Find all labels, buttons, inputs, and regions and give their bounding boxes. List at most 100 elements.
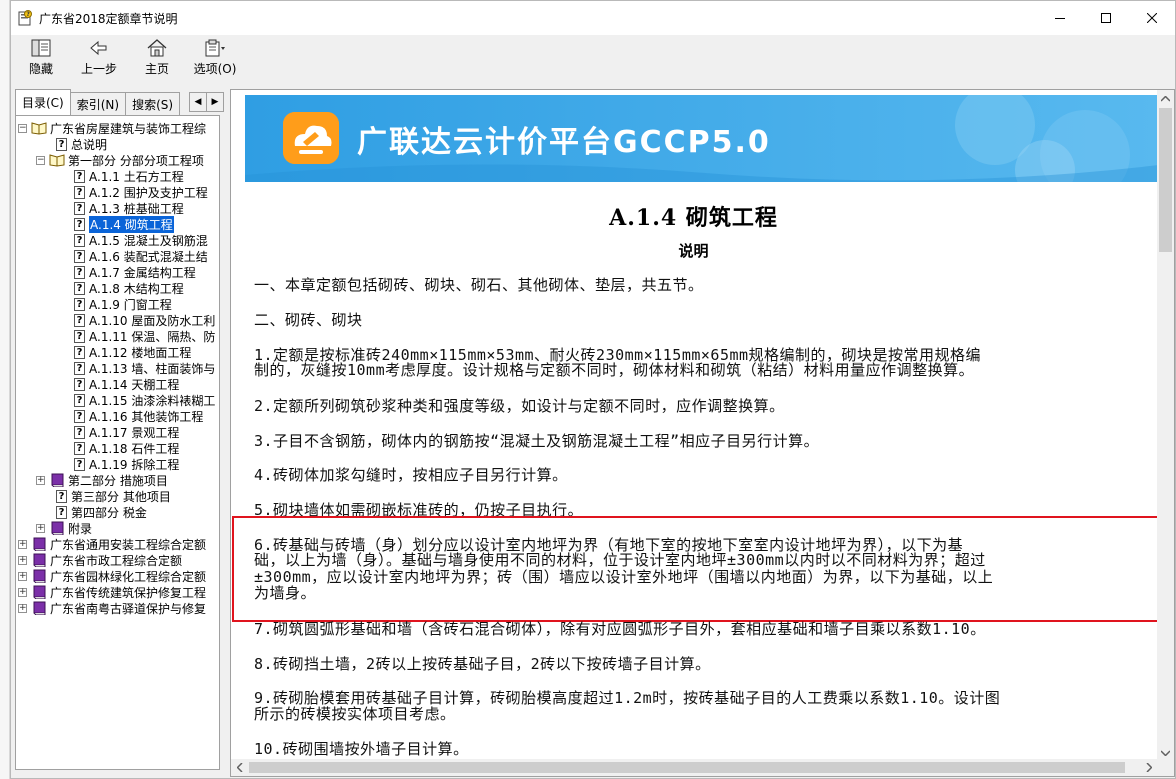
tree-node-chapter[interactable]: ? A.1.6 装配式混凝土结 bbox=[16, 248, 219, 264]
tree-node-chapter[interactable]: ? A.1.12 楼地面工程 bbox=[16, 344, 219, 360]
expand-toggle[interactable]: + bbox=[18, 539, 27, 549]
tree-node-general[interactable]: ? 总说明 bbox=[16, 136, 219, 152]
tree-node-appendix[interactable]: + 附录 bbox=[16, 520, 219, 536]
minimize-button[interactable] bbox=[1037, 1, 1083, 35]
tree-node-label: A.1.5 混凝土及钢筋混 bbox=[89, 233, 208, 248]
tree-node-chapter[interactable]: ? A.1.14 天棚工程 bbox=[16, 376, 219, 392]
help-page-icon: ? bbox=[74, 377, 85, 391]
paragraph: 4.砖砌体加浆勾缝时，按相应子目另行计算。 bbox=[254, 466, 568, 484]
tree-node-root[interactable]: + 广东省市政工程综合定额 bbox=[16, 552, 219, 568]
tree-node-chapter[interactable]: ? A.1.5 混凝土及钢筋混 bbox=[16, 232, 219, 248]
tree-node-label: 广东省传统建筑保护修复工程 bbox=[50, 585, 207, 600]
tree-node-part3[interactable]: ? 第三部分 其他项目 bbox=[16, 488, 219, 504]
tree-node-root[interactable]: − 广东省房屋建筑与装饰工程综 bbox=[16, 120, 219, 136]
paragraph: 3.子目不含钢筋，砌体内的钢筋按“混凝土及钢筋混凝土工程”相应子目另行计算。 bbox=[254, 432, 820, 450]
tree-node-label: A.1.1 土石方工程 bbox=[89, 169, 184, 184]
maximize-button[interactable] bbox=[1083, 1, 1129, 35]
closed-book-icon bbox=[31, 601, 47, 616]
help-app-icon: ? bbox=[17, 10, 33, 26]
tree-node-chapter[interactable]: ? A.1.7 金属结构工程 bbox=[16, 264, 219, 280]
help-page-icon: ? bbox=[74, 265, 85, 279]
tree-node-chapter[interactable]: ? A.1.15 油漆涂料裱糊工 bbox=[16, 392, 219, 408]
tree-node-chapter[interactable]: ? A.1.9 门窗工程 bbox=[16, 296, 219, 312]
help-window: ? 广东省2018定额章节说明 隐藏 上一步 主页 选项(O) 目录(C) 索引… bbox=[10, 0, 1176, 779]
nav-tabs: 目录(C) 索引(N) 搜索(S) ◀ ▶ bbox=[11, 89, 224, 115]
tab-index[interactable]: 索引(N) bbox=[69, 92, 127, 115]
expand-toggle[interactable]: + bbox=[18, 571, 27, 581]
expand-toggle[interactable]: + bbox=[18, 603, 27, 613]
tree-node-label: A.1.14 天棚工程 bbox=[89, 377, 180, 392]
glodon-cloud-logo bbox=[283, 112, 339, 164]
tree-node-chapter[interactable]: ? A.1.17 景观工程 bbox=[16, 424, 219, 440]
options-icon bbox=[203, 37, 227, 59]
horizontal-scroll-thumb[interactable] bbox=[249, 762, 1125, 773]
minimize-icon bbox=[1055, 18, 1065, 19]
tree-node-label: 广东省通用安装工程综合定额 bbox=[50, 537, 207, 552]
tree-node-label: A.1.19 拆除工程 bbox=[89, 457, 180, 472]
tree-node-chapter[interactable]: ? A.1.11 保温、隔热、防 bbox=[16, 328, 219, 344]
tree-node-chapter[interactable]: ? A.1.1 土石方工程 bbox=[16, 168, 219, 184]
tree-node-root[interactable]: + 广东省南粤古驿道保护与修复 bbox=[16, 600, 219, 616]
tree-node-chapter[interactable]: ? A.1.13 墙、柱面装饰与 bbox=[16, 360, 219, 376]
expand-toggle[interactable]: + bbox=[18, 587, 27, 597]
home-button[interactable]: 主页 bbox=[131, 35, 183, 77]
tree-node-part4[interactable]: ? 第四部分 税金 bbox=[16, 504, 219, 520]
tab-contents[interactable]: 目录(C) bbox=[15, 89, 71, 115]
help-page-icon: ? bbox=[74, 185, 85, 199]
help-page-icon: ? bbox=[74, 281, 85, 295]
open-book-icon bbox=[31, 121, 47, 135]
expand-toggle[interactable]: + bbox=[36, 475, 45, 485]
collapse-toggle[interactable]: − bbox=[36, 155, 45, 165]
vertical-scrollbar[interactable] bbox=[1157, 90, 1174, 761]
hide-button[interactable]: 隐藏 bbox=[15, 35, 67, 77]
paragraph: ±300mm，应以设计室内地坪为界；砖（围）墙应以设计室外地坪（围墙以内地面）为… bbox=[254, 568, 994, 586]
help-page-icon: ? bbox=[56, 505, 67, 519]
expand-toggle[interactable]: + bbox=[18, 555, 27, 565]
tree-node-chapter[interactable]: ? A.1.19 拆除工程 bbox=[16, 456, 219, 472]
scroll-left-button[interactable] bbox=[231, 759, 248, 776]
vertical-scroll-thumb[interactable] bbox=[1159, 108, 1172, 252]
tree-node-chapter[interactable]: ? A.1.4 砌筑工程 bbox=[16, 215, 219, 233]
tree-node-chapter[interactable]: ? A.1.10 屋面及防水工利 bbox=[16, 312, 219, 328]
tree-node-label: 第四部分 税金 bbox=[71, 505, 147, 520]
tree-node-label: 总说明 bbox=[71, 137, 108, 152]
scroll-up-button[interactable] bbox=[1157, 90, 1174, 107]
horizontal-scrollbar[interactable] bbox=[231, 759, 1157, 776]
title-bar[interactable]: ? 广东省2018定额章节说明 bbox=[11, 1, 1175, 35]
tree-node-root[interactable]: + 广东省通用安装工程综合定额 bbox=[16, 536, 219, 552]
paragraph: 一、本章定额包括砌砖、砌块、砌石、其他砌体、垫层，共五节。 bbox=[254, 276, 704, 294]
paragraph: 8.砖砌挡土墙，2砖以上按砖基础子目，2砖以下按砖墙子目计算。 bbox=[254, 655, 711, 673]
hide-label: 隐藏 bbox=[28, 62, 53, 76]
tree-node-label: 广东省房屋建筑与装饰工程综 bbox=[50, 121, 207, 136]
closed-book-icon bbox=[31, 553, 47, 568]
tab-scroll-right-button[interactable]: ▶ bbox=[206, 92, 224, 112]
tree-node-chapter[interactable]: ? A.1.3 桩基础工程 bbox=[16, 200, 219, 216]
tab-search[interactable]: 搜索(S) bbox=[125, 92, 181, 115]
tree-node-label: A.1.15 油漆涂料裱糊工 bbox=[89, 393, 216, 408]
options-button[interactable]: 选项(O) bbox=[189, 35, 241, 77]
tree-node-chapter[interactable]: ? A.1.8 木结构工程 bbox=[16, 280, 219, 296]
paragraph: 为墙身。 bbox=[254, 584, 317, 602]
help-page-icon: ? bbox=[74, 441, 85, 455]
collapse-toggle[interactable]: − bbox=[18, 123, 27, 133]
help-page-icon: ? bbox=[74, 409, 85, 423]
closed-book-icon bbox=[49, 521, 65, 536]
page-subtitle: 说明 bbox=[678, 242, 709, 260]
close-button[interactable] bbox=[1129, 1, 1175, 35]
tree-node-chapter[interactable]: ? A.1.2 围护及支护工程 bbox=[16, 184, 219, 200]
back-button[interactable]: 上一步 bbox=[73, 35, 125, 77]
expand-toggle[interactable]: + bbox=[36, 523, 45, 533]
tree-node-root[interactable]: + 广东省传统建筑保护修复工程 bbox=[16, 584, 219, 600]
tree-node-root[interactable]: + 广东省园林绿化工程综合定额 bbox=[16, 568, 219, 584]
navigation-pane: 目录(C) 索引(N) 搜索(S) ◀ ▶ − 广东省房屋建筑与装饰工程综 ? … bbox=[11, 89, 224, 777]
close-icon bbox=[1147, 13, 1157, 23]
tree-node-part2[interactable]: + 第二部分 措施项目 bbox=[16, 472, 219, 488]
tab-scroll-left-button[interactable]: ◀ bbox=[189, 92, 207, 112]
tree-node-label: 第三部分 其他项目 bbox=[71, 489, 171, 504]
tree-node-chapter[interactable]: ? A.1.16 其他装饰工程 bbox=[16, 408, 219, 424]
scroll-right-button[interactable] bbox=[1140, 759, 1157, 776]
tree-node-part1[interactable]: − 第一部分 分部分项工程项 bbox=[16, 152, 219, 168]
help-page-icon: ? bbox=[74, 313, 85, 327]
tree-node-chapter[interactable]: ? A.1.18 石件工程 bbox=[16, 440, 219, 456]
triangle-right-icon: ▶ bbox=[211, 97, 219, 107]
